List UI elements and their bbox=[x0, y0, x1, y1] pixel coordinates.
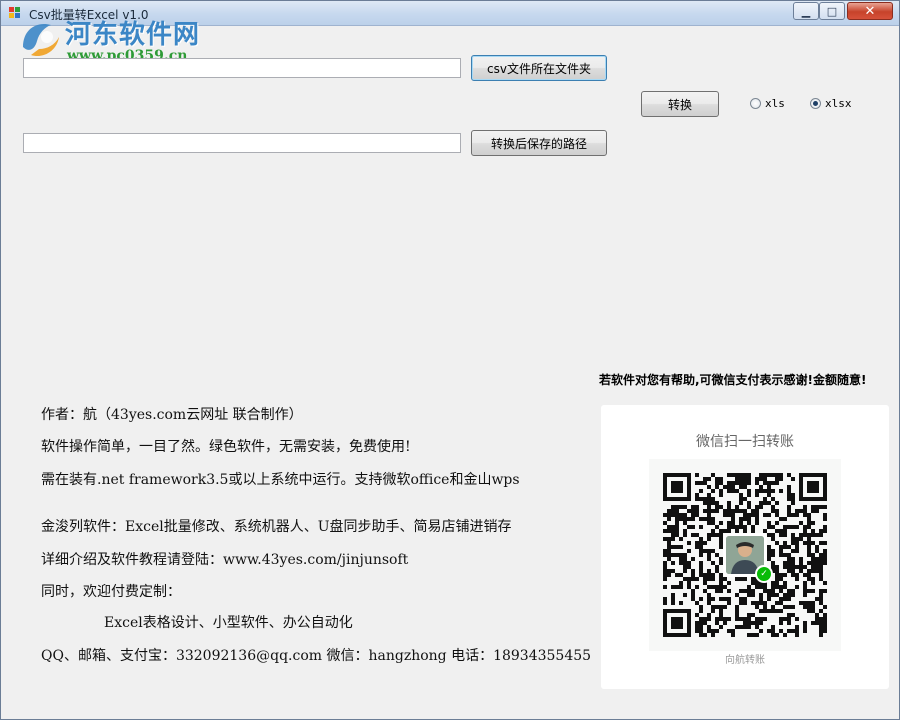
xlsx-radio[interactable] bbox=[810, 98, 821, 109]
minimize-button[interactable]: ▁ bbox=[793, 2, 819, 20]
series-text: 金浚列软件：Excel批量修改、系统机器人、U盘同步助手、简易店铺进销存 bbox=[41, 519, 512, 535]
pay-caption: 向航转账 bbox=[725, 655, 765, 666]
app-window: Csv批量转Excel v1.0 ▁ □ ✕ 河东软件网 www.pc0359.… bbox=[0, 0, 900, 720]
xls-label: xls bbox=[765, 97, 785, 110]
custom-text: 同时，欢迎付费定制： bbox=[41, 584, 181, 600]
close-button[interactable]: ✕ bbox=[847, 2, 893, 20]
xlsx-label: xlsx bbox=[825, 97, 852, 110]
source-folder-input[interactable] bbox=[23, 58, 461, 78]
select-output-path-button[interactable]: 转换后保存的路径 bbox=[471, 130, 607, 156]
convert-button[interactable]: 转换 bbox=[641, 91, 719, 117]
custom-items-text: Excel表格设计、小型软件、办公自动化 bbox=[104, 615, 353, 631]
verified-check-icon: ✓ bbox=[755, 565, 773, 583]
author-text: 作者：航（43yes.com云网址 联合制作） bbox=[41, 407, 303, 423]
details-text: 详细介绍及软件教程请登陆：www.43yes.com/jinjunsoft bbox=[41, 552, 409, 568]
output-path-input[interactable] bbox=[23, 133, 461, 153]
watermark-logo-icon bbox=[23, 23, 59, 57]
watermark-name: 河东软件网 bbox=[65, 20, 201, 50]
wechat-pay-card: 微信扫一扫转账 ✓ 向航转账 bbox=[601, 405, 889, 689]
xls-radio[interactable] bbox=[750, 98, 761, 109]
maximize-button[interactable]: □ bbox=[819, 2, 845, 20]
qr-code-area: ✓ bbox=[649, 459, 841, 651]
format-option-xlsx[interactable]: xlsx bbox=[810, 97, 852, 110]
pay-card-title: 微信扫一扫转账 bbox=[696, 434, 794, 450]
simple-text: 软件操作简单，一目了然。绿色软件，无需安装，免费使用! bbox=[41, 439, 411, 455]
format-option-xls[interactable]: xls bbox=[750, 97, 785, 110]
thanks-text: 若软件对您有帮助,可微信支付表示感谢!金额随意! bbox=[599, 373, 867, 387]
avatar: ✓ bbox=[723, 533, 773, 583]
requirement-text: 需在装有.net framework3.5或以上系统中运行。支持微软office… bbox=[41, 472, 520, 488]
contact-text: QQ、邮箱、支付宝：332092136@qq.com 微信：hangzhong … bbox=[41, 648, 592, 664]
select-csv-folder-button[interactable]: csv文件所在文件夹 bbox=[471, 55, 607, 81]
